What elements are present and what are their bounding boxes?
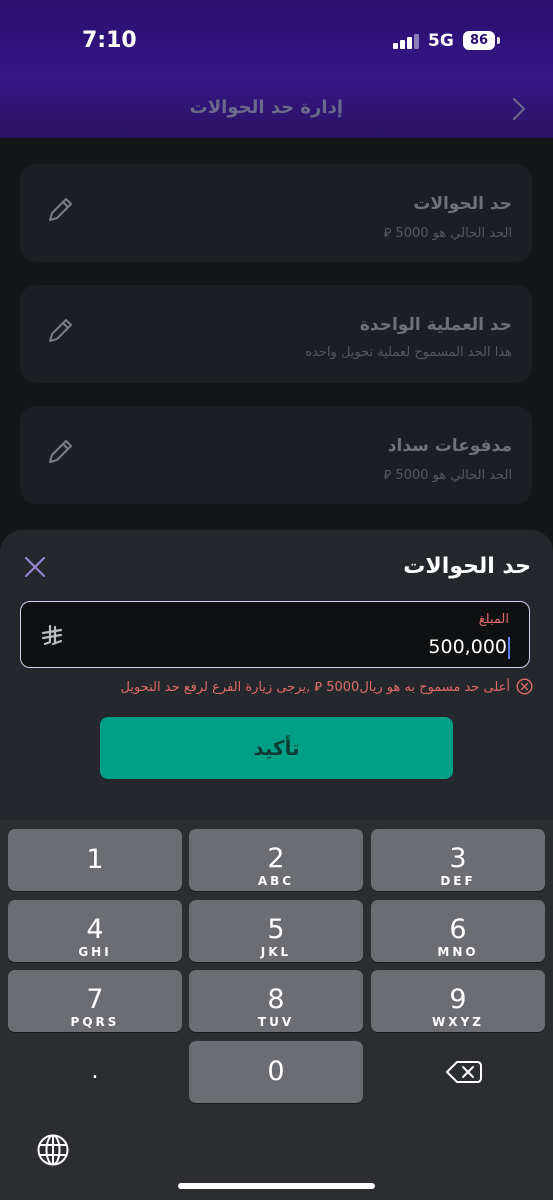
error-message: أعلى حد مسموح به هو ريال5000 ⃁ ,يرجى زيا… (121, 678, 533, 695)
key-letters: DEF (440, 874, 476, 888)
amount-label: المبلغ (478, 612, 509, 627)
sheet-title: حد الحوالات (403, 554, 531, 579)
pencil-icon[interactable] (46, 317, 74, 345)
pencil-icon[interactable] (46, 438, 74, 466)
limit-card-transfers[interactable]: حد الحوالات الحد الحالي هو 5000 ⃁ (20, 164, 532, 262)
chevron-right-icon[interactable] (510, 96, 528, 122)
card-title: مدفوعات سداد (387, 436, 512, 456)
key-digit: 6 (449, 914, 467, 945)
key-digit: 7 (86, 984, 104, 1015)
key-digit: 5 (267, 914, 285, 945)
limit-edit-sheet: حد الحوالات المبلغ 500,000 أعلى حد مسموح… (0, 530, 553, 840)
globe-icon[interactable] (36, 1133, 70, 1167)
key-7[interactable]: 7 PQRS (8, 970, 182, 1032)
key-letters: MNO (437, 945, 479, 959)
battery-icon: 86 (463, 31, 495, 50)
key-letters: PQRS (70, 1015, 120, 1029)
amount-field[interactable]: المبلغ 500,000 (20, 601, 530, 668)
card-subtitle: الحد الحالي هو 5000 ⃁ (383, 468, 512, 483)
key-digit: 0 (267, 1056, 285, 1087)
key-5[interactable]: 5 JKL (189, 900, 363, 962)
backspace-icon[interactable] (371, 1041, 545, 1103)
key-8[interactable]: 8 TUV (189, 970, 363, 1032)
key-2[interactable]: 2 ABC (189, 829, 363, 891)
app-header: 7:10 5G 86 إدارة حد الحوالات (0, 0, 553, 138)
key-digit: 2 (267, 843, 285, 874)
key-letters: TUV (257, 1015, 295, 1029)
limit-card-sadad-payments[interactable]: مدفوعات سداد الحد الحالي هو 5000 ⃁ (20, 406, 532, 504)
signal-icon (393, 33, 419, 49)
card-title: حد الحوالات (413, 194, 512, 214)
card-title: حد العملية الواحدة (359, 315, 512, 335)
key-4[interactable]: 4 GHI (8, 900, 182, 962)
home-indicator (178, 1183, 375, 1189)
limit-card-single-transaction[interactable]: حد العملية الواحدة هذا الحد المسموح لعمل… (20, 285, 532, 383)
text-caret (508, 637, 510, 659)
close-icon[interactable] (24, 556, 46, 578)
riyal-currency-icon (41, 624, 63, 646)
key-digit: 3 (449, 843, 467, 874)
key-3[interactable]: 3 DEF (371, 829, 545, 891)
key-digit: 8 (267, 984, 285, 1015)
error-x-circle-icon (516, 678, 533, 695)
card-subtitle: الحد الحالي هو 5000 ⃁ (383, 226, 512, 241)
key-letters: ABC (257, 874, 295, 888)
amount-input[interactable]: 500,000 (428, 636, 507, 658)
page-title: إدارة حد الحوالات (189, 97, 343, 118)
battery-tip (497, 37, 500, 44)
key-letters: GHI (78, 945, 112, 959)
key-6[interactable]: 6 MNO (371, 900, 545, 962)
error-text: أعلى حد مسموح به هو ريال5000 ⃁ ,يرجى زيا… (120, 680, 510, 695)
card-subtitle: هذا الحد المسموح لعملية تحويل واحده (305, 345, 512, 360)
confirm-button[interactable]: تأكيد (100, 717, 453, 779)
key-letters: JKL (260, 945, 292, 959)
key-9[interactable]: 9 WXYZ (371, 970, 545, 1032)
key-decimal[interactable]: . (8, 1041, 182, 1103)
key-letters: WXYZ (432, 1015, 484, 1029)
key-1[interactable]: 1 (8, 829, 182, 891)
key-0[interactable]: 0 (189, 1041, 363, 1103)
pencil-icon[interactable] (46, 196, 74, 224)
status-time: 7:10 (82, 28, 137, 53)
network-label: 5G (428, 31, 454, 51)
key-digit: 1 (86, 844, 104, 875)
key-digit: 4 (86, 914, 104, 945)
key-digit: 9 (449, 984, 467, 1015)
